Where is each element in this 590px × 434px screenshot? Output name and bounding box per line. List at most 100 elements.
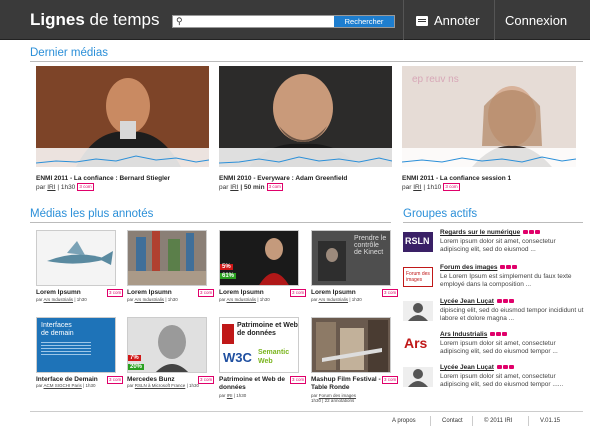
author-link[interactable]: IRI <box>227 393 233 398</box>
footer-copyright: © 2011 IRI <box>484 418 513 424</box>
search-button[interactable]: Rechercher <box>334 16 394 27</box>
media-title[interactable]: Mashup Film Festival - Table Ronde <box>311 376 391 392</box>
media-thumbnail[interactable] <box>311 317 391 373</box>
group-description: Lorem ipsum dolor sit amet, consectetur … <box>440 340 558 355</box>
thumb-text: Semantic Web <box>258 349 290 365</box>
media-title[interactable]: Lorem Ipsumn <box>219 289 264 296</box>
group-item[interactable]: RSLN Regards sur le numérique Lorem ipsu… <box>403 229 583 261</box>
author-link[interactable]: IRI <box>47 184 55 191</box>
site-logo[interactable]: Lignes de temps <box>30 10 159 30</box>
group-item[interactable]: Lycée Jean Luçat Lorem ipsum dolor sit a… <box>403 364 583 396</box>
media-thumbnail[interactable]: Patrimoine et Web de données W3C Semantic… <box>219 317 299 373</box>
media-meta: par Ars Industrialis | 1h30 <box>36 297 87 302</box>
footer-rule <box>30 411 583 412</box>
media-title[interactable]: Lorem Ipsumn <box>36 289 81 296</box>
section-rule <box>403 222 583 223</box>
media-meta: par Ars Industrialis | 1h30 <box>219 297 270 302</box>
video-title[interactable]: ENMI 2010 - Everyware : Adam Greenfield <box>219 175 347 182</box>
group-item[interactable]: Ars Ars Industrialis Lorem ipsum dolor s… <box>403 331 583 363</box>
group-logo: Forum des images <box>403 267 433 287</box>
media-meta: par IRI | 1h30 <box>219 393 247 398</box>
comment-count-badge: 3 com <box>266 183 283 191</box>
comment-count-badge: 3 com <box>77 183 94 191</box>
group-description: Lorem ipsum dolor sit amet, consectetur … <box>440 373 564 388</box>
video-thumbnail[interactable] <box>219 66 392 167</box>
comment-icon <box>416 16 428 26</box>
author-link[interactable]: Ars Industrialis <box>44 297 74 302</box>
author-link[interactable]: Ars Industrialis <box>227 297 257 302</box>
group-name[interactable]: Regards sur le numérique <box>440 229 541 236</box>
comment-count-badge: 3 com <box>443 183 460 191</box>
media-meta: par ACM SIGCHI Paris | 1h30 <box>36 383 96 388</box>
thumb-text: Patrimoine et Web de données <box>237 322 298 337</box>
video-thumbnail[interactable]: ep reuv ns <box>402 66 576 167</box>
footer-link-apropos[interactable]: A propos <box>392 418 416 424</box>
video-title[interactable]: ENMI 2011 - La confiance : Bernard Stieg… <box>36 175 170 182</box>
media-thumbnail[interactable] <box>36 230 116 286</box>
group-stats-icon <box>490 331 508 338</box>
footer-divider <box>472 416 473 426</box>
group-name[interactable]: Lycée Jean Luçat <box>440 298 515 305</box>
section-rule <box>30 222 391 223</box>
group-description: dipiscing elit, sed do eiusmod tempor in… <box>440 307 584 322</box>
search-input[interactable] <box>187 16 307 27</box>
footer-link-contact[interactable]: Contact <box>442 418 463 424</box>
media-thumbnail[interactable] <box>127 230 207 286</box>
group-name[interactable]: Ars Industrialis <box>440 331 508 338</box>
section-rule <box>30 61 583 62</box>
stat-red: 5% <box>220 264 233 270</box>
media-title[interactable]: Interface de Demain <box>36 376 98 383</box>
annoter-label: Annoter <box>434 13 480 28</box>
video-title[interactable]: ENMI 2011 - La confiance session 1 <box>402 175 511 182</box>
user-avatar-icon <box>403 301 433 321</box>
logo-bold: Lignes <box>30 10 85 29</box>
author-link[interactable]: ACM SIGCHI Paris <box>44 383 82 388</box>
stat-red: 7% <box>128 355 141 361</box>
header-divider <box>494 0 495 40</box>
w3c-logo: W3C <box>223 350 252 365</box>
comment-count-badge: 3 com <box>198 289 215 297</box>
group-stats-icon <box>500 264 518 271</box>
media-title[interactable]: Patrimoine et Web de données <box>219 376 294 392</box>
group-item[interactable]: Lycée Jean Luçat dipiscing elit, sed do … <box>403 298 583 330</box>
media-title[interactable]: Mercedes Bunz <box>127 376 175 383</box>
author-link[interactable]: Ars Industrialis <box>319 297 349 302</box>
group-description: Lorem ipsum dolor sit amet, consectetur … <box>440 238 556 253</box>
author-link[interactable]: RSLN à Microsoft France <box>135 383 186 388</box>
media-title[interactable]: Lorem Ipsumn <box>311 289 356 296</box>
connexion-button[interactable]: Connexion <box>505 13 567 28</box>
group-item[interactable]: Forum des images Forum des images Le Lor… <box>403 264 583 296</box>
media-thumbnail[interactable]: Interfaces de demain <box>36 317 116 373</box>
media-thumbnail[interactable]: Prendre le contrôle de Kinect <box>311 230 391 286</box>
section-title-latest: Dernier médias <box>30 47 108 59</box>
logo-rest: de temps <box>84 10 160 29</box>
section-title-most-annotated: Médias les plus annotés <box>30 208 154 220</box>
group-name[interactable]: Forum des images <box>440 264 518 271</box>
stat-green: 20% <box>128 364 145 370</box>
footer-divider <box>430 416 431 426</box>
annoter-button[interactable]: Annoter <box>416 13 480 28</box>
group-description: Le Lorem Ipsum est simplement du faux te… <box>440 273 572 288</box>
header-divider <box>403 0 404 40</box>
section-title-groups: Groupes actifs <box>403 208 478 220</box>
media-meta: par Forum des images 1h30 | 22 annotation… <box>311 393 357 403</box>
author-link[interactable]: Ars Industrialis <box>135 297 165 302</box>
comment-count-badge: 3 com <box>107 376 124 384</box>
comment-count-badge: 3 com <box>290 376 307 384</box>
footer-divider <box>528 416 529 426</box>
footer-version: V.01.15 <box>540 418 561 424</box>
video-thumbnail[interactable] <box>36 66 209 167</box>
author-link[interactable]: IRI <box>413 184 421 191</box>
group-name[interactable]: Lycée Jean Luçat <box>440 364 515 371</box>
video-meta: par IRI | 1h30 3 com <box>36 183 94 191</box>
thumb-text: Prendre le contrôle de Kinect <box>354 235 387 256</box>
author-link[interactable]: IRI <box>230 184 238 191</box>
header-bar: Lignes de temps ⚲ Rechercher Annoter Con… <box>0 0 590 40</box>
media-thumbnail[interactable]: 5% 61% <box>219 230 299 286</box>
media-title[interactable]: Lorem Ipsumn <box>127 289 172 296</box>
group-stats-icon <box>496 364 515 371</box>
media-thumbnail[interactable]: 7% 20% <box>127 317 207 373</box>
search-icon: ⚲ <box>176 16 183 26</box>
comment-count-badge: 3 com <box>107 289 124 297</box>
media-meta: par Ars Industrialis | 1h30 <box>127 297 178 302</box>
